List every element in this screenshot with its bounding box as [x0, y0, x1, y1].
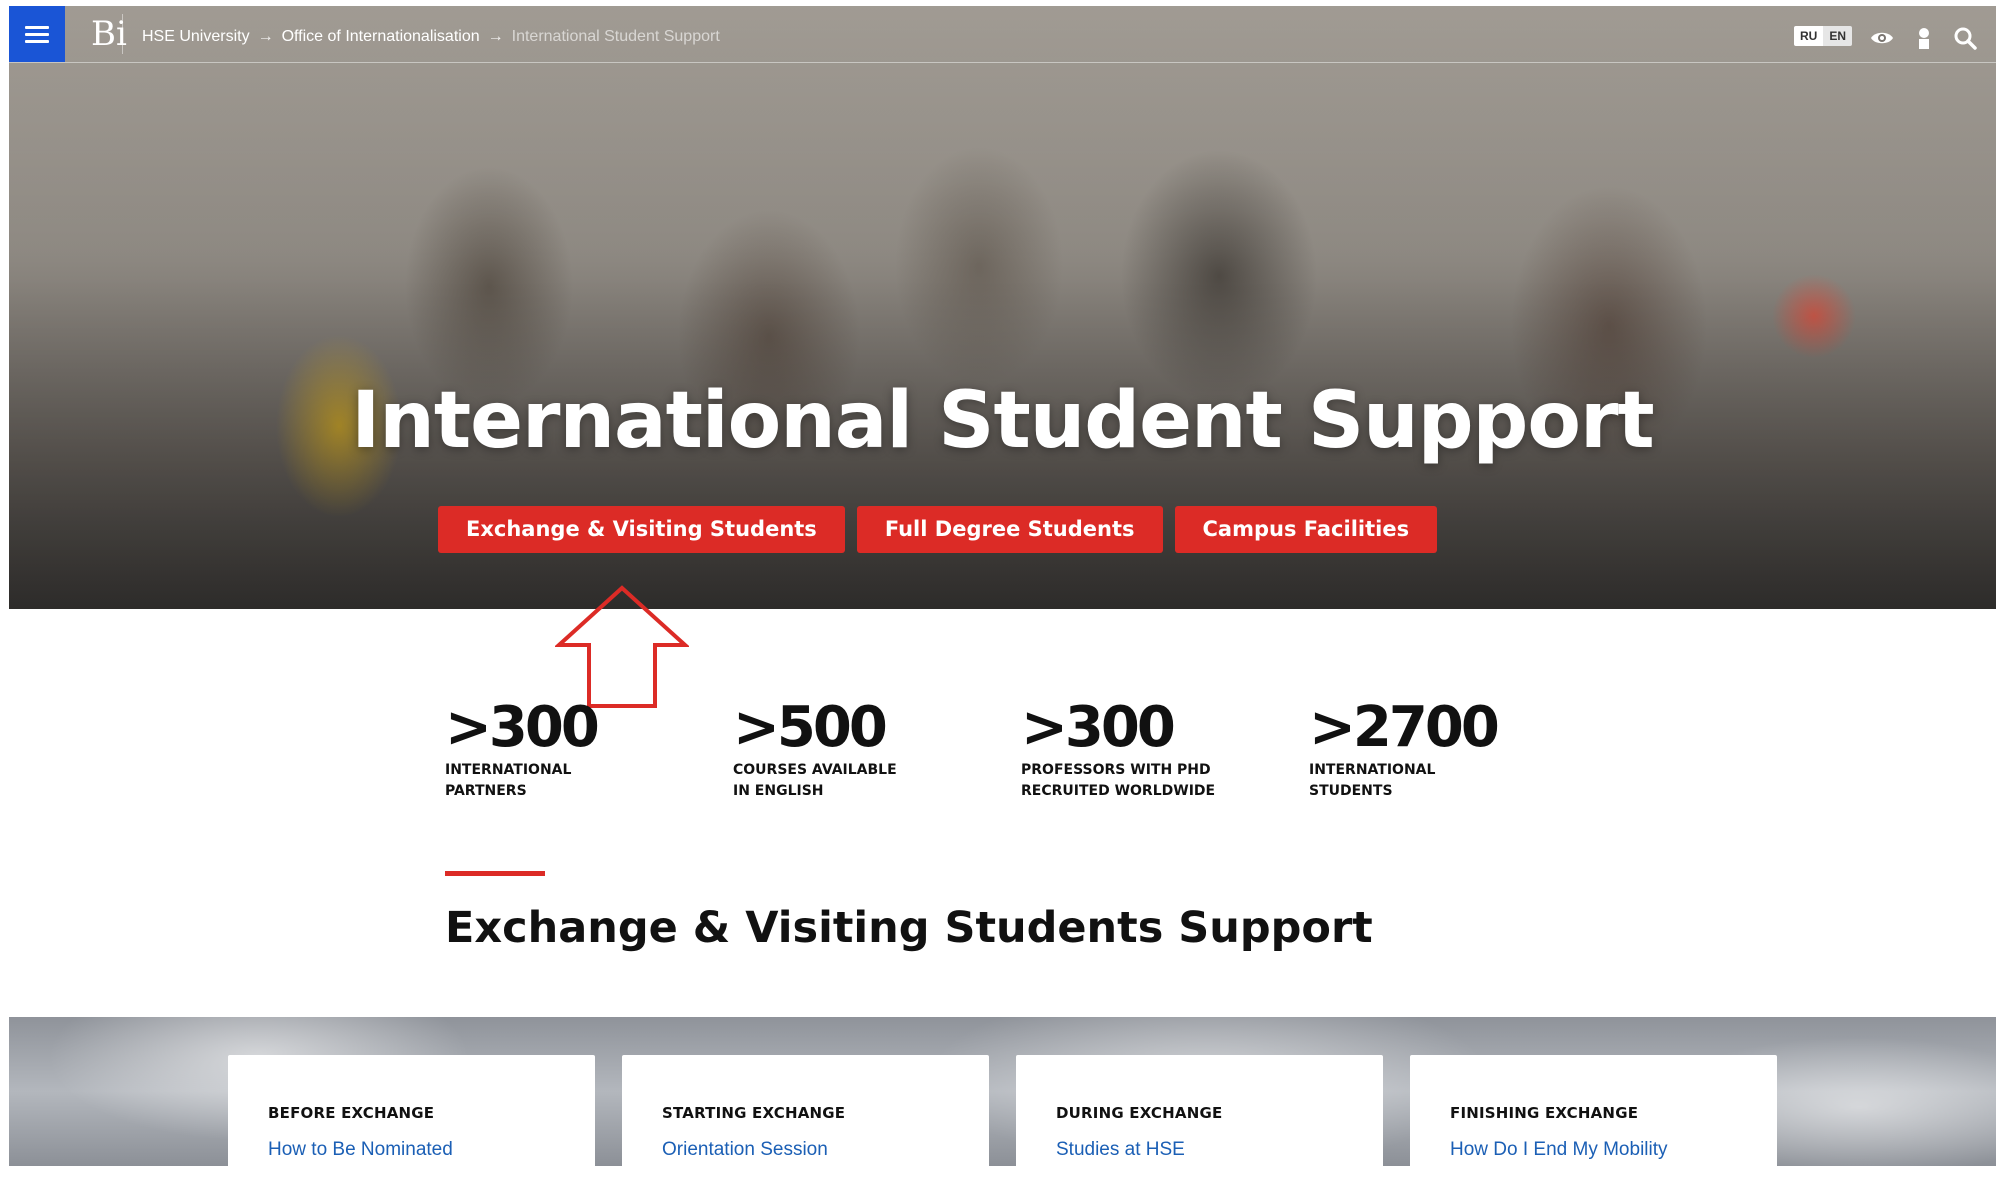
hero-button-group: Exchange & Visiting Students Full Degree…	[438, 506, 1438, 553]
card-finishing-exchange: FINISHING EXCHANGE How Do I End My Mobil…	[1410, 1055, 1777, 1195]
card-link-how-to-be-nominated[interactable]: How to Be Nominated	[268, 1139, 595, 1161]
stat-item: >2700 INTERNATIONAL STUDENTS	[1309, 698, 1597, 802]
breadcrumb: HSE University → Office of International…	[142, 28, 720, 46]
stat-item: >300 PROFESSORS WITH PHD RECRUITED WORLD…	[1021, 698, 1309, 802]
card-starting-exchange: STARTING EXCHANGE Orientation Session	[622, 1055, 989, 1195]
stat-label: INTERNATIONAL PARTNERS	[445, 762, 572, 799]
arrow-up-annotation	[555, 585, 689, 708]
eye-icon[interactable]	[1870, 26, 1894, 50]
card-during-exchange: DURING EXCHANGE Studies at HSE	[1016, 1055, 1383, 1195]
stat-value: >2700	[1309, 695, 1500, 760]
card-link-orientation-session[interactable]: Orientation Session	[662, 1139, 989, 1161]
menu-icon	[25, 22, 49, 47]
language-switcher: RU EN	[1794, 26, 1853, 46]
stat-value: >300	[445, 695, 600, 760]
exchange-stage-cards: BEFORE EXCHANGE How to Be Nominated STAR…	[228, 1055, 1777, 1195]
top-navigation: Ві HSE University → Office of Internatio…	[9, 6, 1996, 63]
campus-facilities-button[interactable]: Campus Facilities	[1174, 506, 1438, 553]
user-icon[interactable]	[1912, 26, 1936, 50]
search-icon[interactable]	[1953, 26, 1977, 50]
card-before-exchange: BEFORE EXCHANGE How to Be Nominated	[228, 1055, 595, 1195]
hse-logo[interactable]: Ві	[71, 14, 127, 54]
breadcrumb-current-page: International Student Support	[511, 28, 720, 45]
card-link-studies-at-hse[interactable]: Studies at HSE	[1056, 1139, 1383, 1161]
lang-en-button[interactable]: EN	[1823, 26, 1853, 46]
breadcrumb-separator: →	[487, 28, 504, 45]
breadcrumb-office-internationalisation[interactable]: Office of Internationalisation	[282, 28, 480, 46]
breadcrumb-separator: →	[257, 28, 274, 45]
card-heading: DURING EXCHANGE	[1056, 1104, 1223, 1122]
stat-label: INTERNATIONAL STUDENTS	[1309, 762, 1436, 799]
breadcrumb-hse-university[interactable]: HSE University	[142, 28, 250, 46]
stats-row: >300 INTERNATIONAL PARTNERS >500 COURSES…	[445, 698, 1597, 802]
card-heading: FINISHING EXCHANGE	[1450, 1104, 1639, 1122]
card-link-end-mobility[interactable]: How Do I End My Mobility	[1450, 1139, 1777, 1161]
stat-item: >500 COURSES AVAILABLE IN ENGLISH	[733, 698, 1021, 802]
stat-label: COURSES AVAILABLE IN ENGLISH	[733, 762, 897, 799]
card-heading: BEFORE EXCHANGE	[268, 1104, 435, 1122]
stat-value: >300	[1021, 695, 1176, 760]
lang-ru-button[interactable]: RU	[1794, 26, 1824, 46]
stat-item: >300 INTERNATIONAL PARTNERS	[445, 698, 733, 802]
section-divider	[445, 871, 545, 876]
stat-value: >500	[733, 695, 888, 760]
section-title: Exchange & Visiting Students Support	[445, 903, 1373, 953]
full-degree-students-button[interactable]: Full Degree Students	[856, 506, 1163, 553]
menu-button[interactable]	[9, 6, 65, 62]
hero-title: International Student Support	[351, 376, 1654, 466]
exchange-visiting-students-button[interactable]: Exchange & Visiting Students	[438, 506, 845, 553]
card-heading: STARTING EXCHANGE	[662, 1104, 846, 1122]
stat-label: PROFESSORS WITH PHD RECRUITED WORLDWIDE	[1021, 762, 1216, 799]
